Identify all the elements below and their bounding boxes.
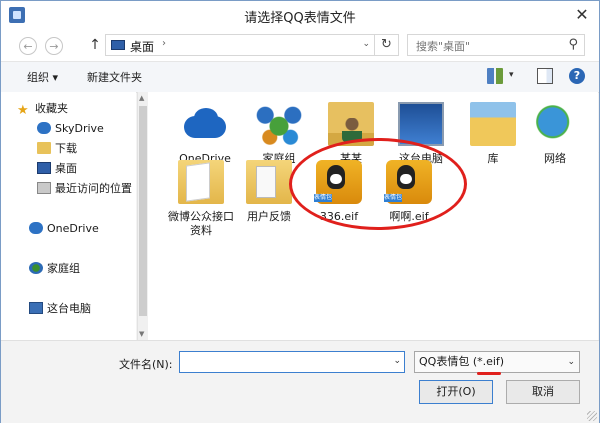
breadcrumb-separator[interactable]: ›	[162, 38, 166, 49]
homegroup-icon	[29, 262, 43, 274]
close-button[interactable]: ✕	[573, 7, 591, 23]
sidebar-item-label: 这台电脑	[47, 302, 91, 315]
navigation-bar: ← → ↑ 桌面 › ⌄ ↻ ⚲	[1, 29, 599, 61]
sidebar-item-skydrive[interactable]: SkyDrive	[37, 120, 104, 138]
address-bar[interactable]: 桌面 › ⌄	[105, 34, 375, 56]
tile-label: 用户反馈	[247, 210, 291, 223]
filename-label: 文件名(N):	[119, 358, 173, 371]
sidebar-item-this-pc[interactable]: 这台电脑	[29, 300, 91, 318]
search-box[interactable]: ⚲	[407, 34, 585, 56]
sidebar-item-desktop[interactable]: 桌面	[37, 160, 77, 178]
sidebar-item-onedrive[interactable]: OneDrive	[29, 220, 99, 238]
network-icon	[532, 102, 578, 146]
folder-icon	[37, 142, 51, 154]
organize-menu[interactable]: 组织 ▾	[27, 69, 58, 85]
refresh-button[interactable]: ↻	[375, 34, 399, 56]
tile-label: 微博公众接口资料	[168, 210, 234, 237]
back-button[interactable]: ←	[19, 37, 37, 55]
recent-icon	[37, 182, 51, 194]
resize-grip[interactable]	[587, 411, 597, 421]
file-type-value: QQ表情包 (*.eif)	[419, 355, 505, 368]
filename-field[interactable]: ⌄	[179, 351, 405, 373]
desktop-icon	[37, 162, 51, 174]
command-toolbar: 组织 ▾ 新建文件夹 ▾ ?	[1, 61, 599, 93]
sidebar-item-homegroup[interactable]: 家庭组	[29, 260, 80, 278]
new-folder-button[interactable]: 新建文件夹	[87, 69, 142, 85]
tile-network[interactable]: 网络	[518, 102, 592, 166]
sidebar-item-label: 桌面	[55, 162, 77, 175]
tile-onedrive[interactable]: OneDrive	[168, 102, 242, 166]
sidebar-item-label: SkyDrive	[55, 122, 104, 135]
dialog-footer: 文件名(N): ⌄ QQ表情包 (*.eif) ⌄ 打开(O) 取消	[1, 340, 599, 423]
sidebar-item-label: 下载	[55, 142, 77, 155]
breadcrumb-desktop[interactable]: 桌面	[130, 38, 154, 55]
desktop-icon	[111, 40, 125, 50]
search-icon[interactable]: ⚲	[568, 37, 578, 52]
star-icon: ★	[17, 103, 29, 118]
sidebar-item-label: OneDrive	[47, 222, 99, 235]
sidebar-item-recent-places[interactable]: 最近访问的位置	[37, 180, 132, 198]
folder-icon	[178, 160, 224, 204]
sidebar-item-label: 家庭组	[47, 262, 80, 275]
help-icon[interactable]: ?	[569, 68, 585, 84]
search-input[interactable]	[414, 36, 563, 56]
file-open-dialog: 请选择QQ表情文件 ✕ ← → ↑ 桌面 › ⌄ ↻ ⚲ 组织 ▾ 新建文件夹 …	[0, 0, 600, 423]
dialog-title: 请选择QQ表情文件	[244, 11, 356, 26]
annotation-underline	[477, 372, 501, 375]
annotation-circle	[289, 138, 467, 230]
change-view-icon[interactable]	[487, 68, 503, 84]
open-button[interactable]: 打开(O)	[419, 380, 493, 404]
cloud-icon	[37, 122, 51, 134]
scrollbar-thumb[interactable]	[139, 106, 147, 316]
scroll-down-icon[interactable]: ▼	[139, 330, 144, 338]
filename-dropdown-icon[interactable]: ⌄	[393, 356, 401, 366]
address-dropdown-icon[interactable]: ⌄	[362, 39, 370, 49]
tile-label: 网络	[544, 152, 566, 165]
sidebar-item-label: 最近访问的位置	[55, 182, 132, 195]
navigation-pane: ★ 收藏夹 SkyDrive 下载 桌面 最近访问的位置 OneDrive 家庭组…	[1, 92, 136, 340]
cancel-button[interactable]: 取消	[506, 380, 580, 404]
up-button[interactable]: ↑	[87, 35, 103, 55]
file-type-select[interactable]: QQ表情包 (*.eif) ⌄	[414, 351, 580, 373]
libraries-icon	[470, 102, 516, 146]
sidebar-item-downloads[interactable]: 下载	[37, 140, 77, 158]
computer-icon	[29, 302, 43, 314]
folder-icon	[246, 160, 292, 204]
forward-button[interactable]: →	[45, 37, 63, 55]
sidebar-scrollbar[interactable]: ▲ ▼	[137, 92, 148, 340]
cloud-icon	[29, 222, 43, 234]
view-dropdown-icon[interactable]: ▾	[509, 70, 514, 80]
homegroup-icon	[256, 102, 302, 146]
preview-pane-icon[interactable]	[537, 68, 553, 84]
sidebar-item-favorites[interactable]: ★ 收藏夹	[17, 100, 68, 118]
onedrive-icon	[182, 102, 228, 146]
chevron-down-icon[interactable]: ⌄	[567, 352, 575, 372]
title-bar[interactable]: 请选择QQ表情文件 ✕	[1, 1, 599, 29]
sidebar-item-label: 收藏夹	[35, 102, 68, 115]
scroll-up-icon[interactable]: ▲	[139, 94, 144, 102]
tile-weibo-folder[interactable]: 微博公众接口资料	[164, 160, 238, 238]
